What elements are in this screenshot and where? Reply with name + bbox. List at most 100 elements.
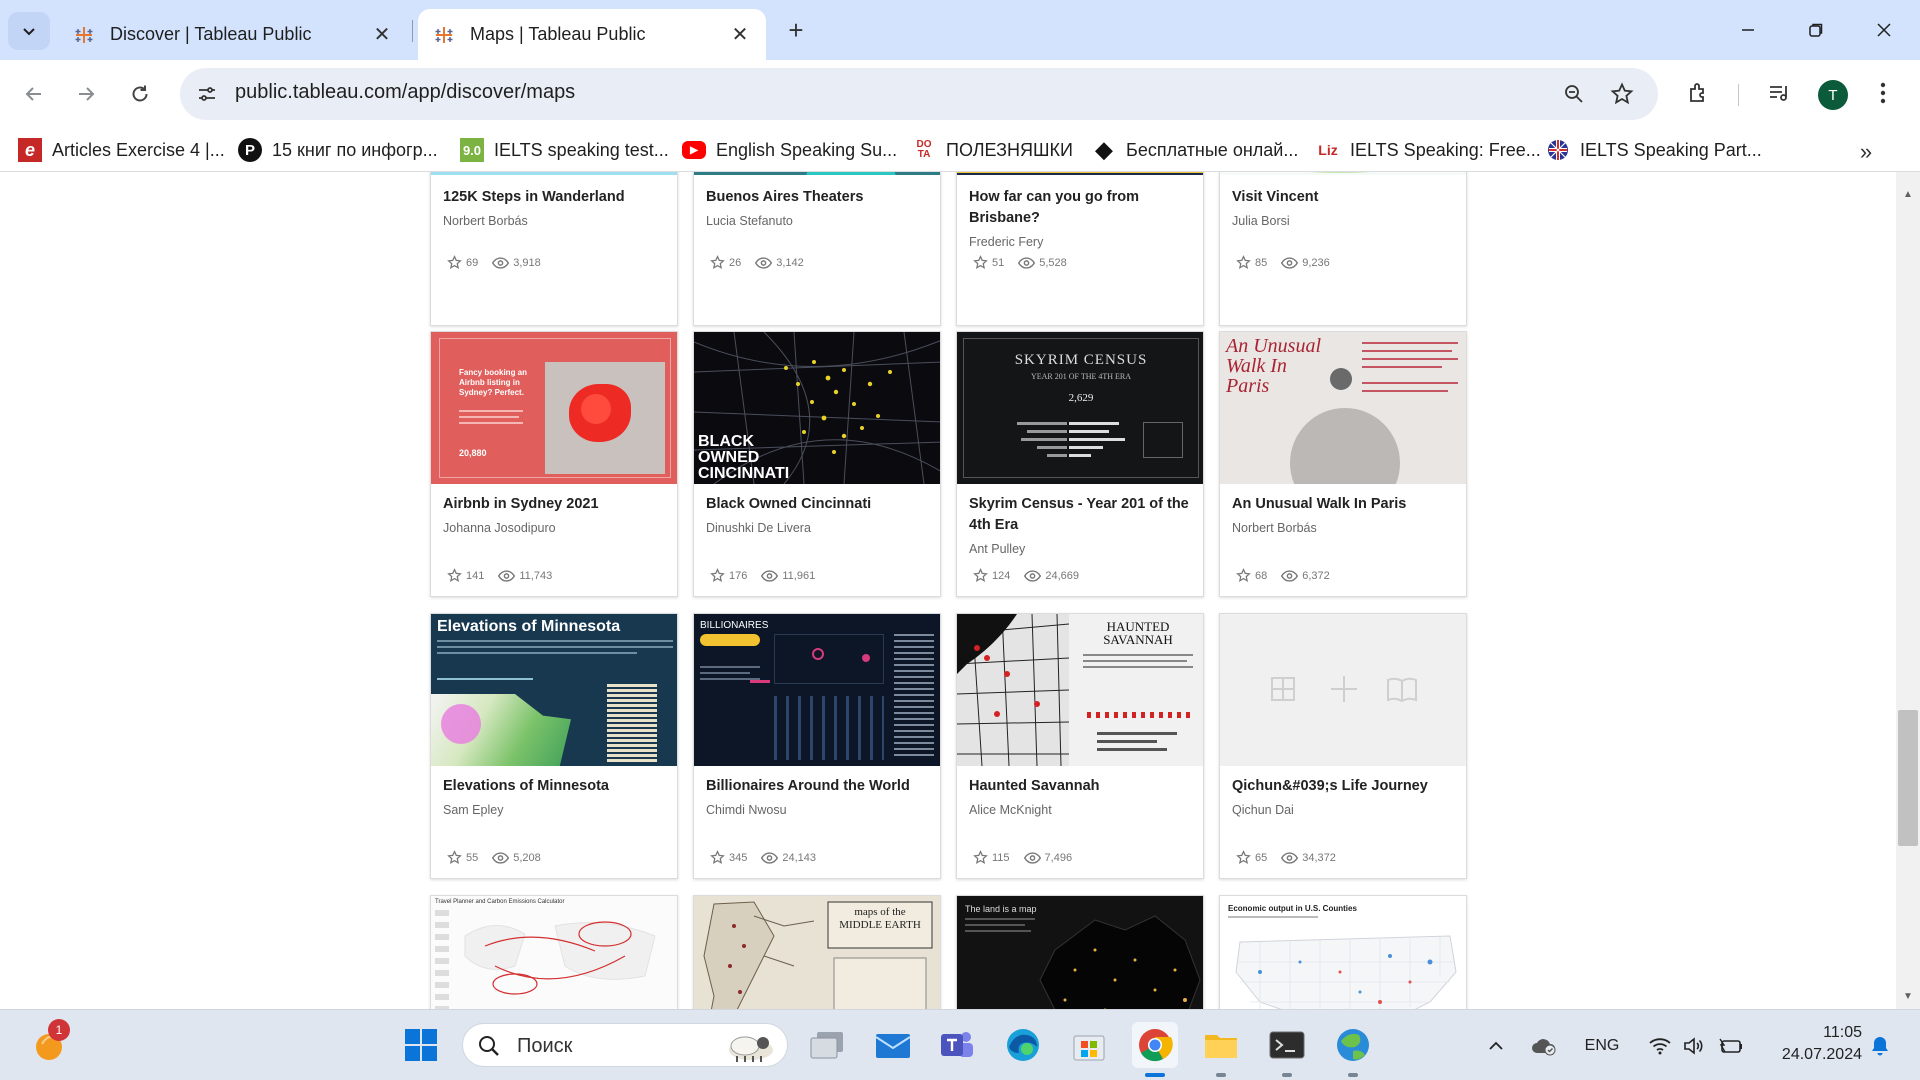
address-bar[interactable]: public.tableau.com/app/discover/maps <box>180 68 1658 120</box>
star-icon[interactable] <box>447 850 462 865</box>
profile-avatar[interactable]: T <box>1818 80 1848 110</box>
viz-thumbnail[interactable] <box>1220 172 1466 175</box>
viz-card[interactable]: Visit Vincent Julia Borsi 85 9,236 <box>1219 172 1467 326</box>
volume-icon[interactable] <box>1680 1032 1708 1060</box>
viz-title[interactable]: Airbnb in Sydney 2021 <box>443 494 667 515</box>
viz-card[interactable]: Fancy booking an Airbnb listing in Sydne… <box>430 331 678 597</box>
bookmark-item[interactable]: e Articles Exercise 4 |... <box>18 136 225 164</box>
viz-title[interactable]: Black Owned Cincinnati <box>706 494 930 515</box>
minimize-button[interactable] <box>1724 10 1772 50</box>
viz-card[interactable]: Buenos Aires Theaters Lucia Stefanuto 26… <box>693 172 941 326</box>
extensions-icon[interactable] <box>1682 76 1716 110</box>
viz-card[interactable]: SKYRIM CENSUS YEAR 201 OF THE 4TH ERA 2,… <box>956 331 1204 597</box>
viz-author[interactable]: Johanna Josodipuro <box>443 521 556 535</box>
viz-thumbnail[interactable]: Elevations of Minnesota <box>431 614 677 766</box>
viz-author[interactable]: Dinushki De Livera <box>706 521 811 535</box>
terminal-icon[interactable] <box>1264 1022 1310 1068</box>
scrollbar-track[interactable] <box>1896 172 1920 1009</box>
viz-author[interactable]: Chimdi Nwosu <box>706 803 787 817</box>
tab-search-button[interactable] <box>8 12 50 50</box>
star-icon[interactable] <box>973 255 988 270</box>
taskbar-search-input[interactable]: Поиск <box>462 1023 788 1067</box>
viz-author[interactable]: Norbert Borbás <box>443 214 528 228</box>
viz-thumbnail[interactable] <box>431 172 677 175</box>
menu-kebab-icon[interactable] <box>1866 76 1900 110</box>
bookmark-item[interactable]: Liz IELTS Speaking: Free... <box>1316 136 1541 164</box>
bookmark-item[interactable]: 9.0 IELTS speaking test... <box>460 136 669 164</box>
star-icon[interactable] <box>710 255 725 270</box>
viz-card[interactable]: How far can you go from Brisbane? Freder… <box>956 172 1204 326</box>
file-explorer-icon[interactable] <box>1198 1022 1244 1068</box>
viz-title[interactable]: 125K Steps in Wanderland <box>443 187 667 208</box>
new-tab-button[interactable]: + <box>780 14 812 46</box>
forward-button[interactable] <box>68 76 104 112</box>
tab-maps[interactable]: Maps | Tableau Public ✕ <box>418 9 766 60</box>
star-icon[interactable] <box>973 850 988 865</box>
bookmarks-overflow-button[interactable]: » <box>1852 138 1880 166</box>
bookmark-item[interactable]: DO TA ПОЛЕЗНЯШКИ <box>912 136 1073 164</box>
language-indicator[interactable]: ENG <box>1578 1032 1626 1060</box>
viz-author[interactable]: Julia Borsi <box>1232 214 1290 228</box>
back-button[interactable] <box>16 76 52 112</box>
scrollbar-thumb[interactable] <box>1898 710 1918 846</box>
viz-title[interactable]: Qichun&#039;s Life Journey <box>1232 776 1456 797</box>
onedrive-cloud-icon[interactable] <box>1528 1032 1560 1060</box>
viz-title[interactable]: How far can you go from Brisbane? <box>969 187 1193 229</box>
viz-thumbnail[interactable]: The land is a map <box>957 896 1203 1009</box>
site-info-icon[interactable] <box>194 81 220 107</box>
viz-author[interactable]: Alice McKnight <box>969 803 1052 817</box>
viz-thumbnail[interactable]: BLACK OWNED CINCINNATI <box>694 332 940 484</box>
viz-card[interactable]: Economic output in U.S. Counties <box>1219 895 1467 1009</box>
star-icon[interactable] <box>1236 850 1251 865</box>
star-icon[interactable] <box>710 568 725 583</box>
bookmark-item[interactable]: IELTS Speaking Part... <box>1546 136 1762 164</box>
star-icon[interactable] <box>710 850 725 865</box>
reload-button[interactable] <box>122 76 158 112</box>
viz-card[interactable]: Travel Planner and Carbon Emissions Calc… <box>430 895 678 1009</box>
url-text[interactable]: public.tableau.com/app/discover/maps <box>235 81 575 104</box>
bookmark-item[interactable]: ▶ English Speaking Su... <box>682 136 897 164</box>
bookmark-star-icon[interactable] <box>1608 80 1636 108</box>
battery-icon[interactable] <box>1716 1032 1746 1060</box>
viz-thumbnail[interactable]: An Unusual Walk In Paris <box>1220 332 1466 484</box>
viz-title[interactable]: An Unusual Walk In Paris <box>1232 494 1456 515</box>
bookmark-item[interactable]: P 15 книг по инфогр... <box>238 136 438 164</box>
viz-title[interactable]: Billionaires Around the World <box>706 776 930 797</box>
viz-card[interactable]: Qichun&#039;s Life Journey Qichun Dai 65… <box>1219 613 1467 879</box>
viz-card[interactable]: 125K Steps in Wanderland Norbert Borbás … <box>430 172 678 326</box>
scroll-up-arrow-icon[interactable]: ▲ <box>1900 186 1916 202</box>
viz-thumbnail[interactable]: Travel Planner and Carbon Emissions Calc… <box>431 896 677 1009</box>
restore-button[interactable] <box>1792 10 1840 50</box>
start-button[interactable] <box>398 1022 444 1068</box>
viz-thumbnail[interactable]: HAUNTED SAVANNAH <box>957 614 1203 766</box>
mail-icon[interactable] <box>870 1022 916 1068</box>
viz-author[interactable]: Sam Epley <box>443 803 503 817</box>
bookmark-item[interactable]: ◆ Бесплатные онлай... <box>1092 136 1299 164</box>
star-icon[interactable] <box>1236 568 1251 583</box>
viz-card[interactable]: maps of the MIDDLE EARTH <box>693 895 941 1009</box>
viz-author[interactable]: Lucia Stefanuto <box>706 214 793 228</box>
viz-title[interactable]: Skyrim Census - Year 201 of the 4th Era <box>969 494 1193 536</box>
notifications-bell-icon[interactable] <box>1866 1032 1894 1060</box>
viz-thumbnail[interactable]: BILLIONAIRES <box>694 614 940 766</box>
star-icon[interactable] <box>447 255 462 270</box>
viz-thumbnail[interactable]: Fancy booking an Airbnb listing in Sydne… <box>431 332 677 484</box>
viz-author[interactable]: Frederic Fery <box>969 235 1043 249</box>
viz-author[interactable]: Ant Pulley <box>969 542 1025 556</box>
close-icon[interactable]: ✕ <box>728 23 752 47</box>
viz-thumbnail[interactable]: maps of the MIDDLE EARTH <box>694 896 940 1009</box>
tableau-app-icon[interactable] <box>1330 1022 1376 1068</box>
scroll-down-arrow-icon[interactable]: ▼ <box>1900 988 1916 1004</box>
close-icon[interactable]: ✕ <box>370 23 394 47</box>
show-hidden-icons-chevron-up-icon[interactable] <box>1484 1032 1508 1060</box>
viz-card[interactable]: An Unusual Walk In Paris An Unusual Walk… <box>1219 331 1467 597</box>
viz-title[interactable]: Buenos Aires Theaters <box>706 187 930 208</box>
teams-icon[interactable] <box>934 1022 980 1068</box>
system-clock[interactable]: 11:05 24.07.2024 <box>1768 1022 1862 1066</box>
task-view-icon[interactable] <box>804 1022 850 1068</box>
chrome-icon[interactable] <box>1132 1022 1178 1068</box>
viz-title[interactable]: Elevations of Minnesota <box>443 776 667 797</box>
viz-card[interactable]: BLACK OWNED CINCINNATI Black Owned Cinci… <box>693 331 941 597</box>
viz-thumbnail[interactable]: SKYRIM CENSUS YEAR 201 OF THE 4TH ERA 2,… <box>957 332 1203 484</box>
viz-thumbnail[interactable] <box>694 172 940 175</box>
